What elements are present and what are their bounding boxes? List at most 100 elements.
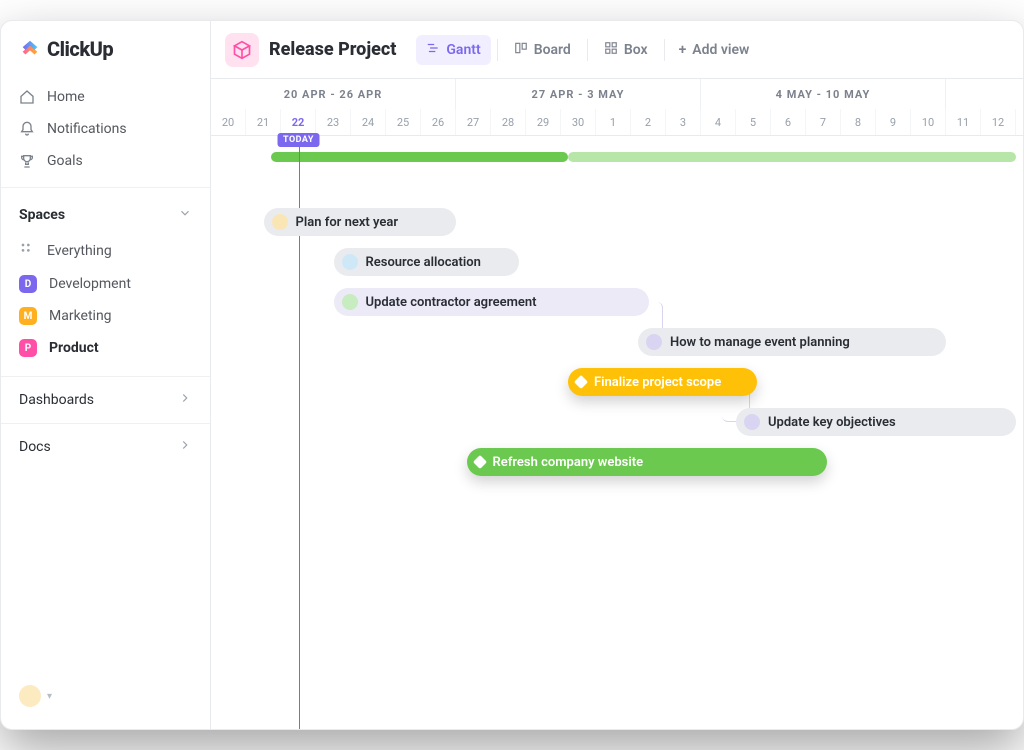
week-label: 4 MAY - 10 MAY bbox=[701, 79, 946, 109]
gantt-task-bar[interactable]: Finalize project scope bbox=[568, 368, 757, 396]
day-cell[interactable]: 24 bbox=[351, 109, 386, 135]
task-status-dot bbox=[744, 414, 760, 430]
gantt-task-bar[interactable]: Plan for next year bbox=[264, 208, 457, 236]
day-cell[interactable]: 25 bbox=[386, 109, 421, 135]
gantt-task-bar[interactable]: Update contractor agreement bbox=[334, 288, 649, 316]
board-icon bbox=[514, 41, 528, 59]
day-cell[interactable]: 1 bbox=[596, 109, 631, 135]
day-cell[interactable]: 8 bbox=[841, 109, 876, 135]
day-cell[interactable]: 30 bbox=[561, 109, 596, 135]
task-status-dot bbox=[342, 254, 358, 270]
view-tab-label: Board bbox=[534, 42, 571, 58]
sidebar-item-product[interactable]: P Product bbox=[1, 332, 210, 364]
project-title: Release Project bbox=[269, 39, 396, 60]
view-tab-gantt[interactable]: Gantt bbox=[416, 35, 490, 65]
add-view-button[interactable]: + Add view bbox=[671, 36, 758, 64]
sidebar-dashboards[interactable]: Dashboards bbox=[1, 376, 210, 423]
sidebar-item-label: Development bbox=[49, 276, 131, 292]
main-area: Release Project Gantt Board bbox=[211, 21, 1023, 729]
task-status-dot bbox=[646, 334, 662, 350]
sidebar-item-development[interactable]: D Development bbox=[1, 268, 210, 300]
milestone-diamond-icon bbox=[472, 455, 486, 469]
nav-label: Goals bbox=[47, 153, 83, 169]
collapsible-label: Dashboards bbox=[19, 392, 94, 408]
nav-label: Home bbox=[47, 89, 85, 105]
gantt-task-bar[interactable]: Update key objectives bbox=[736, 408, 1016, 436]
summary-bar-solid bbox=[271, 152, 569, 162]
day-cell[interactable]: 28 bbox=[491, 109, 526, 135]
gantt-icon bbox=[426, 41, 440, 59]
today-badge: TODAY bbox=[277, 133, 320, 147]
view-tab-label: Box bbox=[624, 42, 648, 58]
task-status-dot bbox=[342, 294, 358, 310]
spaces-header-label: Spaces bbox=[19, 207, 65, 223]
view-tabs: Gantt Board Box + bbox=[416, 35, 757, 65]
chevron-right-icon bbox=[178, 391, 192, 409]
project-cube-icon bbox=[225, 33, 259, 67]
nav-home[interactable]: Home bbox=[1, 81, 210, 113]
day-cell[interactable]: 6 bbox=[771, 109, 806, 135]
view-tab-label: Gantt bbox=[446, 42, 480, 58]
day-cell[interactable]: 10 bbox=[911, 109, 946, 135]
task-label: Update key objectives bbox=[768, 415, 896, 430]
day-cell[interactable]: 4 bbox=[701, 109, 736, 135]
task-label: Update contractor agreement bbox=[366, 295, 537, 310]
gantt-task-bar[interactable]: Resource allocation bbox=[334, 248, 520, 276]
week-label: 20 APR - 26 APR bbox=[211, 79, 456, 109]
day-cell[interactable]: 7 bbox=[806, 109, 841, 135]
gantt-task-bar[interactable]: How to manage event planning bbox=[638, 328, 946, 356]
day-cell[interactable]: 29 bbox=[526, 109, 561, 135]
brand-name: ClickUp bbox=[47, 37, 113, 61]
sidebar-item-label: Everything bbox=[47, 243, 112, 259]
view-tab-box[interactable]: Box bbox=[594, 35, 658, 65]
day-cell[interactable]: 9 bbox=[876, 109, 911, 135]
nav-goals[interactable]: Goals bbox=[1, 145, 210, 177]
caret-down-icon[interactable]: ▾ bbox=[47, 691, 52, 702]
day-cell[interactable]: 3 bbox=[666, 109, 701, 135]
box-icon bbox=[604, 41, 618, 59]
day-cell[interactable]: 12 bbox=[981, 109, 1016, 135]
nav-notifications[interactable]: Notifications bbox=[1, 113, 210, 145]
gantt-task-bar[interactable]: Refresh company website bbox=[467, 448, 828, 476]
sidebar-item-everything[interactable]: Everything bbox=[1, 234, 210, 268]
task-label: Resource allocation bbox=[366, 255, 481, 270]
spaces-header[interactable]: Spaces bbox=[1, 187, 210, 234]
sidebar-item-label: Marketing bbox=[49, 308, 112, 324]
day-cell[interactable]: 22 bbox=[281, 109, 316, 135]
day-cell[interactable]: 27 bbox=[456, 109, 491, 135]
day-cell[interactable]: 23 bbox=[316, 109, 351, 135]
nav-label: Notifications bbox=[47, 121, 127, 137]
plus-icon: + bbox=[679, 42, 687, 58]
day-cell[interactable]: 20 bbox=[211, 109, 246, 135]
chevron-right-icon bbox=[178, 438, 192, 456]
grid-dots-icon bbox=[19, 241, 35, 261]
sidebar-item-label: Product bbox=[49, 340, 99, 356]
day-cell[interactable]: 26 bbox=[421, 109, 456, 135]
task-label: Plan for next year bbox=[296, 215, 399, 230]
timeline-header: 20 APR - 26 APR27 APR - 3 MAY4 MAY - 10 … bbox=[211, 79, 1023, 136]
task-status-dot bbox=[272, 214, 288, 230]
space-badge: D bbox=[19, 275, 37, 293]
day-cell[interactable]: 2 bbox=[631, 109, 666, 135]
separator bbox=[587, 39, 588, 61]
space-badge: P bbox=[19, 339, 37, 357]
brand-logo[interactable]: ClickUp bbox=[1, 37, 210, 81]
app-window: ClickUp Home Notifications Goals Spaces bbox=[0, 20, 1024, 730]
user-avatar[interactable] bbox=[19, 685, 41, 707]
sidebar-item-marketing[interactable]: M Marketing bbox=[1, 300, 210, 332]
task-label: How to manage event planning bbox=[670, 335, 850, 350]
task-label: Refresh company website bbox=[493, 455, 644, 470]
view-tab-board[interactable]: Board bbox=[504, 35, 581, 65]
project-header[interactable]: Release Project bbox=[225, 33, 396, 67]
day-row: 2021222324252627282930123456789101112TOD… bbox=[211, 109, 1023, 135]
sidebar-docs[interactable]: Docs bbox=[1, 423, 210, 470]
day-cell[interactable]: 11 bbox=[946, 109, 981, 135]
collapsible-label: Docs bbox=[19, 439, 51, 455]
bell-icon bbox=[19, 121, 35, 137]
gantt-chart[interactable]: Plan for next year Resource allocation Upd… bbox=[211, 136, 1023, 729]
task-label: Finalize project scope bbox=[594, 375, 721, 390]
home-icon bbox=[19, 89, 35, 105]
day-cell[interactable]: 21 bbox=[246, 109, 281, 135]
add-view-label: Add view bbox=[692, 42, 749, 58]
day-cell[interactable]: 5 bbox=[736, 109, 771, 135]
